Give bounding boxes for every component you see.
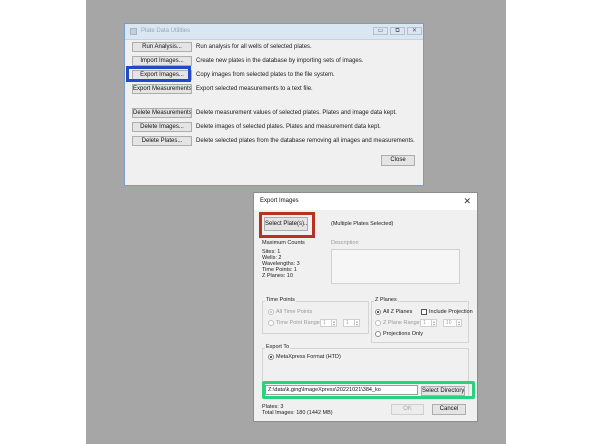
maximum-counts-heading: Maximum Counts (262, 240, 305, 246)
stepper-arrows-icon[interactable]: ▴ ▾ (431, 320, 436, 327)
metaxpress-format-label: MetaXpress Format (HTD) (276, 354, 341, 360)
projections-only-radio[interactable] (375, 331, 381, 337)
time-point-range-label: Time Point Range (276, 320, 320, 326)
run-analysis-button[interactable]: Run Analysis... (132, 42, 192, 52)
export-measurements-button[interactable]: Export Measurements... (132, 84, 192, 94)
delete-measurements-description: Delete measurement values of selected pl… (196, 110, 397, 116)
description-field[interactable] (331, 249, 460, 284)
time-point-to-stepper[interactable]: 1 ▴ ▾ (343, 319, 360, 327)
z-planes-heading: Z Planes (374, 297, 398, 304)
z-plane-to-stepper[interactable]: 10 ▴ ▾ (443, 319, 462, 327)
z-plane-from-value: 1 (423, 320, 426, 326)
count-z-planes: Z Planes: 10 (262, 273, 293, 279)
delete-images-button[interactable]: Delete Images... (132, 122, 192, 132)
all-time-points-radio[interactable] (268, 309, 274, 315)
restore-icon[interactable]: ⧉ (390, 27, 405, 35)
import-images-button[interactable]: Import Images... (132, 56, 192, 66)
selection-status: (Multiple Plates Selected) (331, 221, 394, 227)
export-to-heading: Export To (265, 344, 291, 351)
close-button[interactable]: Close (381, 155, 415, 166)
z-plane-to-value: 10 (446, 320, 452, 326)
delete-images-description: Delete images of selected plates. Plates… (196, 124, 381, 130)
dialog-title-bar[interactable]: Export Images ✕ (254, 193, 477, 210)
stepper-arrows-icon[interactable]: ▴ ▾ (331, 320, 336, 327)
select-plates-highlight (259, 212, 315, 238)
run-analysis-description: Run analysis for all wells of selected p… (196, 44, 312, 50)
cancel-button[interactable]: Cancel (432, 404, 466, 415)
export-path-highlight (262, 381, 475, 399)
projections-only-label: Projections Only (383, 331, 424, 337)
export-measurements-description: Export selected measurements to a text f… (196, 86, 313, 92)
close-icon[interactable]: ✕ (463, 196, 471, 206)
stepper-arrows-icon[interactable]: ▴ ▾ (456, 320, 461, 327)
all-z-planes-radio[interactable] (375, 309, 381, 315)
time-points-group (262, 301, 369, 334)
all-z-planes-label: All Z Planes (383, 309, 413, 315)
title-bar[interactable]: Plate Data Utilities ▭ ⧉ ✕ (125, 24, 423, 40)
dialog-title: Export Images (260, 198, 299, 204)
app-icon (130, 28, 137, 35)
time-point-to-value: 1 (346, 320, 349, 326)
time-point-from-stepper[interactable]: 1 ▴ ▾ (320, 319, 337, 327)
total-images: Total Images: 180 (1442 MB) (262, 410, 333, 416)
ok-button[interactable]: OK (391, 404, 424, 415)
delete-plates-button[interactable]: Delete Plates... (132, 136, 192, 146)
window-title: Plate Data Utilities (141, 28, 191, 34)
export-images-description: Copy images from selected plates to the … (196, 72, 335, 78)
export-images-highlight (126, 66, 191, 82)
delete-plates-description: Delete selected plates from the database… (196, 138, 415, 144)
minimize-icon[interactable]: ▭ (373, 27, 388, 35)
delete-measurements-button[interactable]: Delete Measurements... (132, 108, 192, 118)
stepper-arrows-icon[interactable]: ▴ ▾ (354, 320, 359, 327)
z-plane-from-stepper[interactable]: 1 ▴ ▾ (420, 319, 437, 327)
all-time-points-label: All Time Points (276, 309, 313, 315)
time-points-heading: Time Points (265, 297, 296, 304)
time-point-range-radio[interactable] (268, 320, 274, 326)
plate-data-utilities-window: Plate Data Utilities ▭ ⧉ ✕ Run Analysis.… (124, 23, 424, 186)
z-plane-range-radio[interactable] (375, 320, 381, 326)
import-images-description: Create new plates in the database by imp… (196, 58, 364, 64)
z-plane-range-label: Z Plane Range (383, 320, 420, 326)
time-point-from-value: 1 (323, 320, 326, 326)
include-projection-label: Include Projection (429, 309, 473, 315)
metaxpress-format-radio[interactable] (268, 354, 274, 360)
close-icon[interactable]: ✕ (407, 27, 422, 35)
description-label: Description (331, 240, 359, 246)
include-projection-checkbox[interactable] (421, 309, 427, 315)
